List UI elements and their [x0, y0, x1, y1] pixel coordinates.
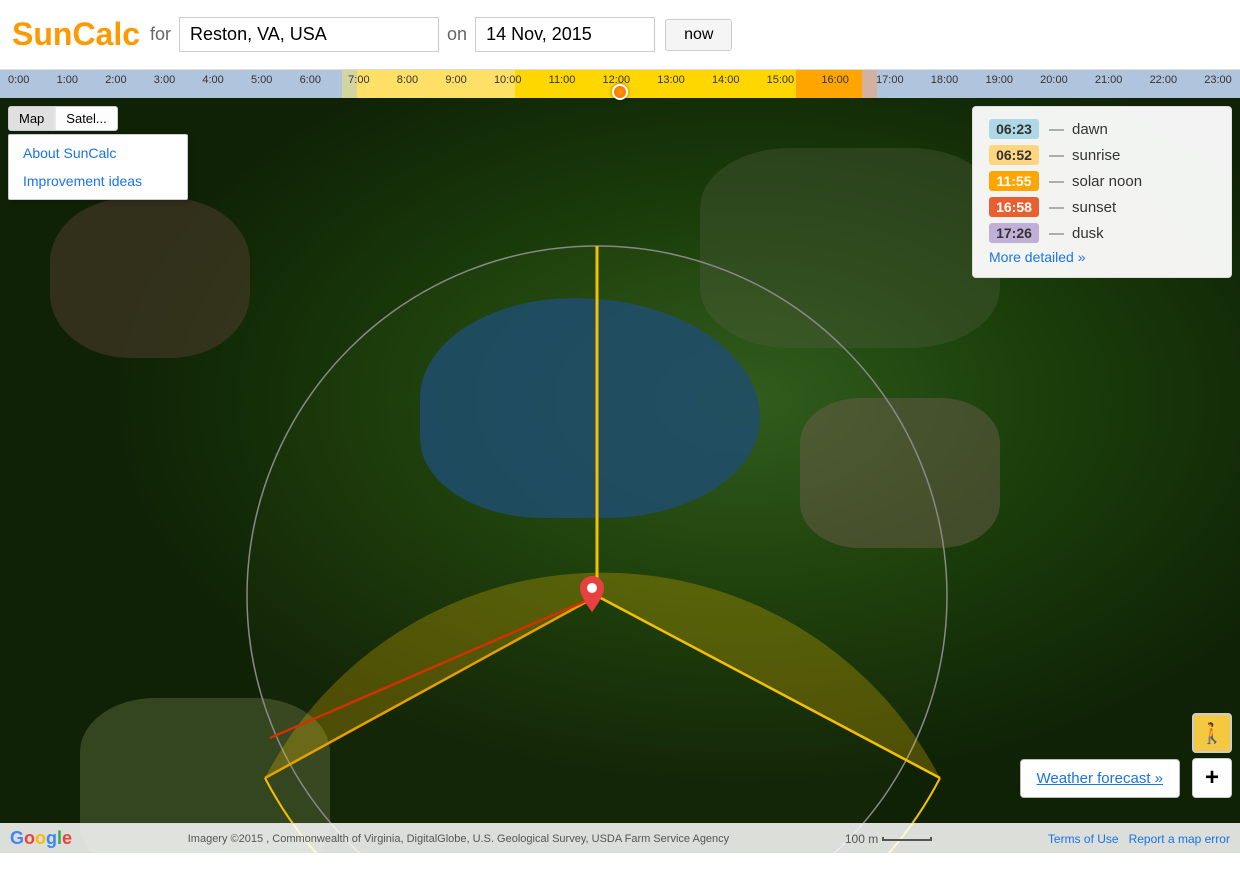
sunset-time: 16:58 [989, 197, 1039, 217]
google-logo: Google [10, 828, 72, 849]
now-button[interactable]: now [665, 19, 732, 51]
timeline-hour-label: 6:00 [300, 72, 321, 88]
timeline[interactable]: 0:00 1:00 2:00 3:00 4:00 5:00 6:00 7:00 8:00 9:00… [0, 70, 1240, 98]
plus-icon: + [1205, 764, 1219, 792]
for-label: for [150, 24, 171, 45]
on-label: on [447, 24, 467, 45]
terms-of-use-link[interactable]: Terms of Use [1048, 832, 1119, 846]
timeline-hour-label: 0:00 [8, 72, 29, 88]
timeline-hour-label: 21:00 [1095, 72, 1123, 88]
dusk-time: 17:26 [989, 223, 1039, 243]
date-input[interactable] [475, 17, 655, 52]
improvement-ideas-link[interactable]: Improvement ideas [9, 167, 187, 195]
timeline-hour-label: 3:00 [154, 72, 175, 88]
bottom-bar: Google Imagery ©2015 , Commonwealth of V… [0, 823, 1240, 853]
timeline-hour-label: 4:00 [202, 72, 223, 88]
noon-row: 11:55 — solar noon [989, 171, 1215, 191]
timeline-hour-label: 2:00 [105, 72, 126, 88]
map-type-tabs: Map Satel... [8, 106, 118, 131]
scale-bar: 100 m [845, 832, 932, 846]
dusk-row: 17:26 — dusk [989, 223, 1215, 243]
logo-calc: Calc [72, 16, 140, 52]
timeline-hour-label: 9:00 [445, 72, 466, 88]
scale-label: 100 m [845, 832, 878, 846]
noon-label: solar noon [1072, 173, 1142, 190]
timeline-hour-label: 18:00 [931, 72, 959, 88]
terrain-patch [800, 398, 1000, 548]
info-panel: 06:23 — dawn 06:52 — sunrise 11:55 — sol… [972, 106, 1232, 278]
timeline-hour-label: 16:00 [821, 72, 849, 88]
dropdown-menu: About SunCalc Improvement ideas [8, 134, 188, 200]
timeline-hour-label: 10:00 [494, 72, 522, 88]
timeline-hour-label: 14:00 [712, 72, 740, 88]
map-tab-map[interactable]: Map [9, 107, 54, 130]
timeline-hour-label: 11:00 [549, 72, 576, 88]
sunset-row: 16:58 — sunset [989, 197, 1215, 217]
sun-indicator[interactable] [612, 84, 628, 100]
sunrise-label: sunrise [1072, 147, 1120, 164]
scale-line [882, 837, 932, 841]
timeline-hour-label: 7:00 [348, 72, 369, 88]
map-tab-satellite[interactable]: Satel... [56, 107, 116, 130]
streetview-icon: 🚶 [1200, 721, 1225, 746]
logo: SunCalc [12, 16, 140, 53]
more-detailed-link[interactable]: More detailed » [989, 249, 1215, 265]
timeline-hour-label: 20:00 [1040, 72, 1068, 88]
header: SunCalc for on now [0, 0, 1240, 70]
sunrise-time: 06:52 [989, 145, 1039, 165]
terrain-patch [50, 198, 250, 358]
location-pin[interactable] [580, 576, 604, 617]
dawn-label: dawn [1072, 121, 1108, 138]
dusk-label: dusk [1072, 225, 1104, 242]
timeline-hour-label: 1:00 [57, 72, 78, 88]
dawn-time: 06:23 [989, 119, 1039, 139]
timeline-hour-label: 19:00 [985, 72, 1013, 88]
timeline-hour-label: 15:00 [767, 72, 795, 88]
map-attribution: Imagery ©2015 , Commonwealth of Virginia… [188, 833, 729, 845]
timeline-hour-label: 17:00 [876, 72, 904, 88]
logo-sun: Sun [12, 16, 72, 52]
noon-time: 11:55 [989, 171, 1039, 191]
sunset-label: sunset [1072, 199, 1116, 216]
timeline-hour-label: 23:00 [1204, 72, 1232, 88]
sunrise-row: 06:52 — sunrise [989, 145, 1215, 165]
dawn-row: 06:23 — dawn [989, 119, 1215, 139]
timeline-hour-label: 5:00 [251, 72, 272, 88]
about-suncalc-link[interactable]: About SunCalc [9, 139, 187, 167]
streetview-button[interactable]: 🚶 [1192, 713, 1232, 753]
weather-forecast-button[interactable]: Weather forecast » [1020, 759, 1180, 798]
timeline-hour-label: 8:00 [397, 72, 418, 88]
report-map-error-link[interactable]: Report a map error [1129, 832, 1230, 846]
timeline-hour-label: 22:00 [1150, 72, 1178, 88]
location-input[interactable] [179, 17, 439, 52]
zoom-in-button[interactable]: + [1192, 758, 1232, 798]
timeline-hour-label: 13:00 [657, 72, 685, 88]
bottom-links: Terms of Use Report a map error [1048, 832, 1230, 846]
map-container[interactable]: Map Satel... About SunCalc Improvement i… [0, 98, 1240, 853]
terrain-patch [700, 148, 1000, 348]
